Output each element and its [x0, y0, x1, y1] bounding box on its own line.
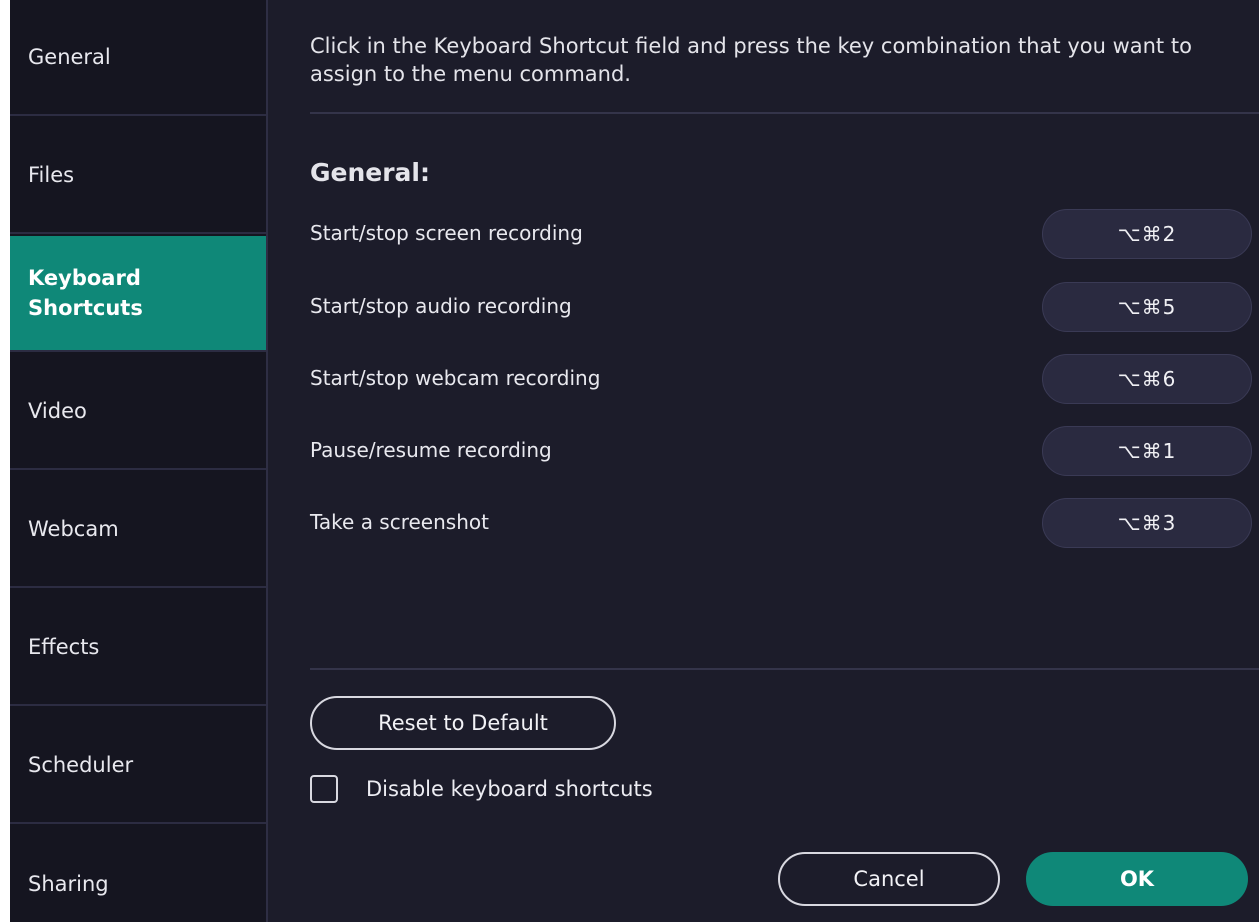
sidebar-item-effects[interactable]: Effects: [10, 590, 266, 706]
shortcut-field[interactable]: ⌥⌘6: [1042, 354, 1252, 404]
sidebar-item-label: Scheduler: [28, 753, 134, 777]
shortcut-field[interactable]: ⌥⌘5: [1042, 282, 1252, 332]
shortcut-row: Pause/resume recording ⌥⌘1: [310, 426, 1252, 478]
shortcut-field[interactable]: ⌥⌘1: [1042, 426, 1252, 476]
sidebar-item-general[interactable]: General: [10, 0, 266, 116]
sidebar-item-video[interactable]: Video: [10, 354, 266, 470]
section-title: General:: [310, 158, 430, 187]
main-panel: Click in the Keyboard Shortcut field and…: [268, 0, 1259, 922]
shortcut-label: Start/stop screen recording: [310, 221, 583, 245]
shortcut-label: Pause/resume recording: [310, 438, 552, 462]
sidebar-item-keyboard-shortcuts[interactable]: Keyboard Shortcuts: [10, 236, 266, 352]
sidebar-item-scheduler[interactable]: Scheduler: [10, 708, 266, 824]
sidebar: General Files Keyboard Shortcuts Video W…: [0, 0, 268, 922]
cancel-button[interactable]: Cancel: [778, 852, 1000, 906]
shortcut-row: Start/stop webcam recording ⌥⌘6: [310, 354, 1252, 406]
sidebar-item-files[interactable]: Files: [10, 118, 266, 234]
reset-to-default-button[interactable]: Reset to Default: [310, 696, 616, 750]
bottom-divider: [310, 668, 1259, 670]
sidebar-item-webcam[interactable]: Webcam: [10, 472, 266, 588]
shortcut-field[interactable]: ⌥⌘2: [1042, 209, 1252, 259]
instructions-text: Click in the Keyboard Shortcut field and…: [310, 34, 1192, 86]
shortcut-row: Start/stop audio recording ⌥⌘5: [310, 282, 1252, 334]
shortcut-label: Take a screenshot: [310, 510, 489, 534]
shortcut-row: Take a screenshot ⌥⌘3: [310, 498, 1252, 550]
sidebar-item-label: Keyboard Shortcuts: [28, 266, 143, 320]
preferences-window: General Files Keyboard Shortcuts Video W…: [0, 0, 1259, 922]
shortcut-label: Start/stop audio recording: [310, 294, 572, 318]
disable-shortcuts-label: Disable keyboard shortcuts: [366, 777, 653, 801]
sidebar-item-label: Files: [28, 163, 75, 187]
shortcut-label: Start/stop webcam recording: [310, 366, 601, 390]
sidebar-item-sharing[interactable]: Sharing: [10, 826, 266, 922]
sidebar-item-label: Webcam: [28, 517, 119, 541]
shortcut-field[interactable]: ⌥⌘3: [1042, 498, 1252, 548]
disable-shortcuts-checkbox[interactable]: [310, 775, 338, 803]
disable-shortcuts-row: Disable keyboard shortcuts: [310, 774, 653, 804]
shortcut-row: Start/stop screen recording ⌥⌘2: [310, 209, 1252, 261]
sidebar-item-label: General: [28, 45, 111, 69]
top-divider: [310, 112, 1259, 114]
sidebar-item-label: Effects: [28, 635, 100, 659]
ok-button[interactable]: OK: [1026, 852, 1248, 906]
sidebar-item-label: Video: [28, 399, 87, 423]
sidebar-item-label: Sharing: [28, 872, 109, 896]
